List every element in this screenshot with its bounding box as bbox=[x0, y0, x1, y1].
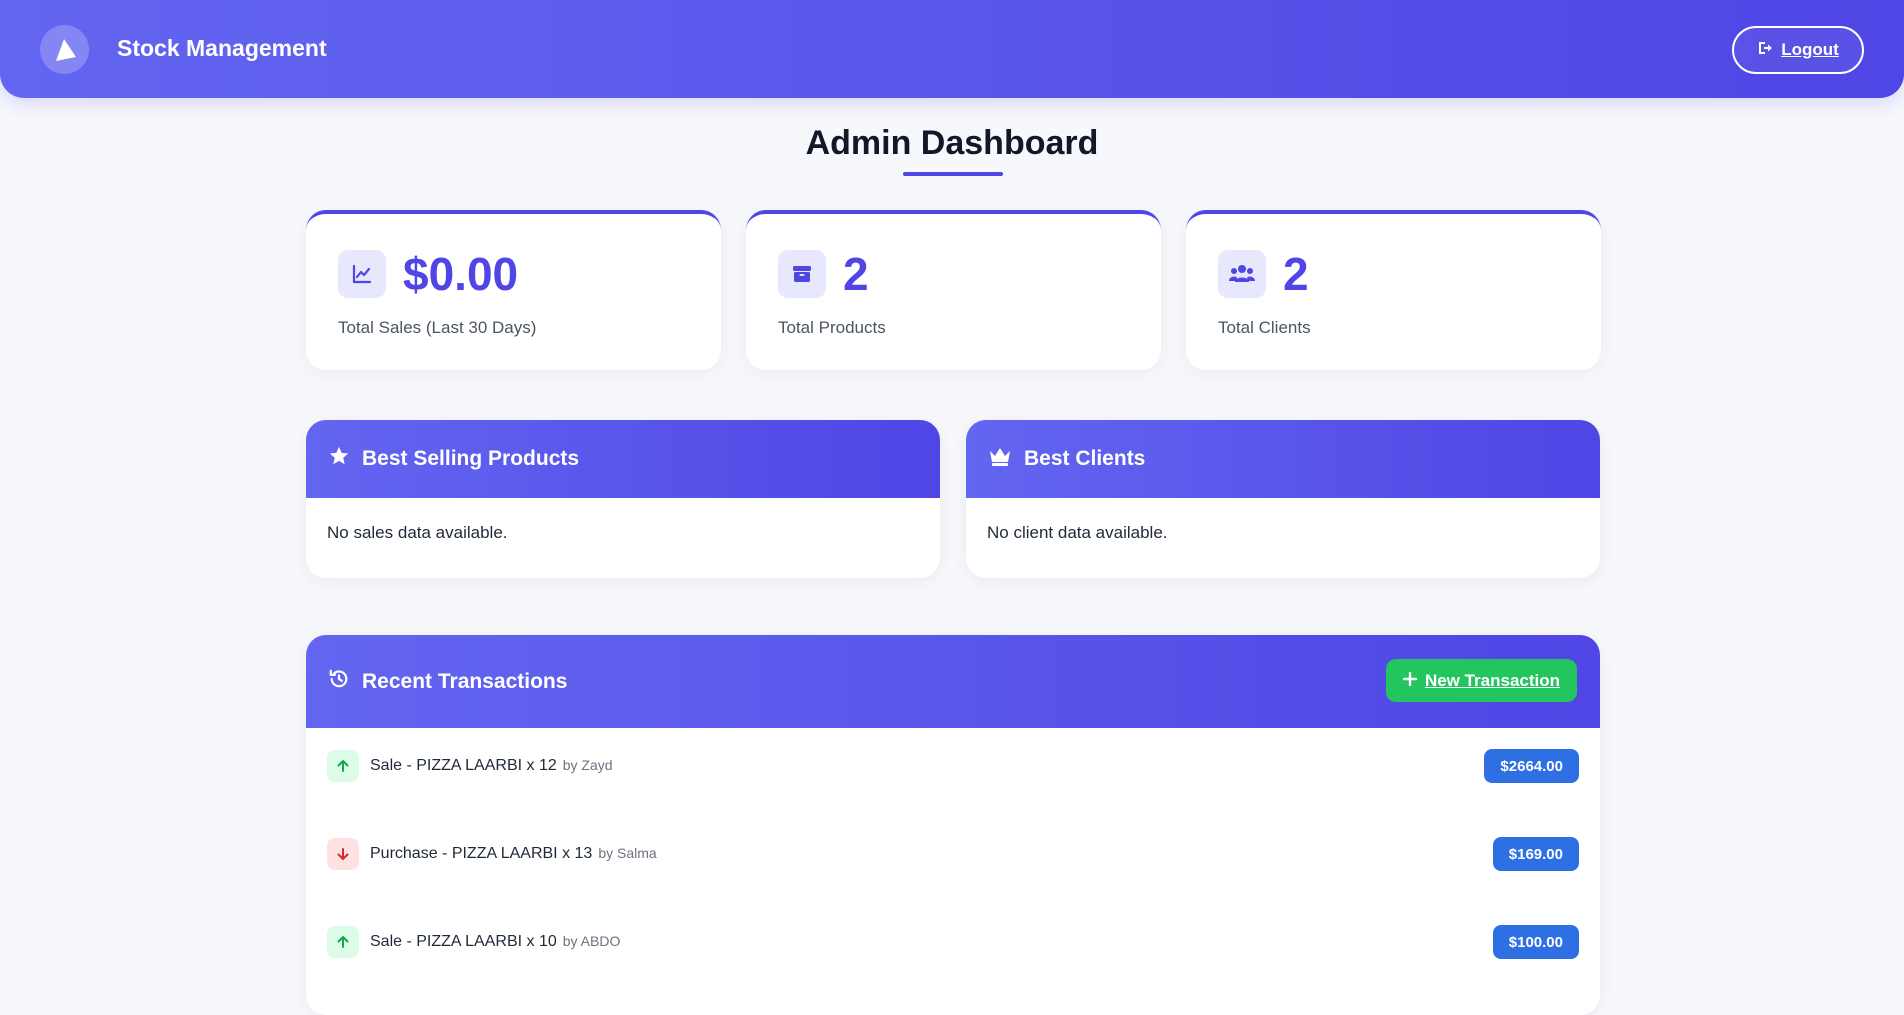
best-selling-products-panel: Best Selling Products No sales data avai… bbox=[306, 420, 940, 578]
app-title[interactable]: Stock Management bbox=[117, 35, 327, 62]
stat-label: Total Products bbox=[778, 318, 886, 337]
panel-title: Best Clients bbox=[1024, 447, 1146, 470]
logout-button[interactable]: Logout bbox=[1732, 26, 1864, 74]
empty-message: No client data available. bbox=[987, 523, 1168, 542]
transaction-description: Sale - PIZZA LAARBI x 10 by ABDO bbox=[370, 933, 620, 951]
box-icon bbox=[778, 250, 826, 298]
panel-header: Best Clients bbox=[966, 420, 1600, 498]
arrow-up-icon bbox=[327, 750, 359, 782]
best-clients-panel: Best Clients No client data available. bbox=[966, 420, 1600, 578]
stat-card-total-sales: $0.00 Total Sales (Last 30 Days) bbox=[306, 210, 721, 370]
logout-icon bbox=[1757, 40, 1773, 61]
stat-value: 2 bbox=[1283, 248, 1309, 300]
transaction-user: by ABDO bbox=[562, 933, 621, 949]
arrow-down-icon bbox=[327, 838, 359, 870]
transaction-text: Purchase - PIZZA LAARBI x 13 bbox=[370, 845, 593, 862]
transaction-row[interactable]: Sale - PIZZA LAARBI x 12 by Zayd $2664.00 bbox=[306, 728, 1600, 816]
stat-label: Total Clients bbox=[1218, 318, 1311, 337]
panel-header: Recent Transactions New Transaction bbox=[306, 635, 1600, 728]
new-transaction-button[interactable]: New Transaction bbox=[1386, 659, 1577, 702]
transaction-text: Sale - PIZZA LAARBI x 10 bbox=[370, 933, 557, 950]
transaction-description: Purchase - PIZZA LAARBI x 13 by Salma bbox=[370, 845, 657, 863]
transaction-amount-badge: $2664.00 bbox=[1484, 749, 1579, 783]
stat-card-total-products: 2 Total Products bbox=[746, 210, 1161, 370]
panel-title: Recent Transactions bbox=[362, 669, 568, 693]
crown-icon bbox=[988, 445, 1012, 473]
transaction-row[interactable]: Purchase - PIZZA LAARBI x 13 by Salma $16… bbox=[306, 816, 1600, 904]
new-transaction-label: New Transaction bbox=[1424, 670, 1561, 690]
chart-line-icon bbox=[338, 250, 386, 298]
plus-icon bbox=[1402, 671, 1418, 691]
transaction-amount-badge: $100.00 bbox=[1492, 925, 1579, 959]
panel-title: Best Selling Products bbox=[362, 447, 580, 470]
stat-value: 2 bbox=[843, 248, 869, 300]
transaction-user: by Zayd bbox=[562, 757, 613, 773]
arrow-up-icon bbox=[327, 926, 359, 958]
empty-message: No sales data available. bbox=[327, 523, 508, 542]
star-icon bbox=[328, 445, 350, 473]
recent-transactions-panel: Recent Transactions New Transaction Sale… bbox=[306, 635, 1600, 1015]
stat-value: $0.00 bbox=[403, 248, 519, 300]
stat-card-total-clients: 2 Total Clients bbox=[1186, 210, 1601, 370]
panel-header: Best Selling Products bbox=[306, 420, 940, 498]
transaction-user: by Salma bbox=[598, 845, 657, 861]
logout-label: Logout bbox=[1781, 40, 1839, 59]
transaction-amount-badge: $169.00 bbox=[1492, 837, 1579, 871]
users-icon bbox=[1218, 250, 1266, 298]
stat-label: Total Sales (Last 30 Days) bbox=[338, 318, 537, 337]
panel-title-wrap: Recent Transactions bbox=[328, 635, 567, 728]
transaction-row[interactable]: Sale - PIZZA LAARBI x 10 by ABDO $100.00 bbox=[306, 904, 1600, 992]
page-title: Admin Dashboard bbox=[805, 124, 1099, 162]
history-icon bbox=[328, 668, 350, 696]
top-navbar: Stock Management Logout bbox=[0, 0, 1904, 98]
title-underline bbox=[903, 172, 1003, 176]
transaction-description: Sale - PIZZA LAARBI x 12 by Zayd bbox=[370, 757, 613, 775]
logo-icon[interactable] bbox=[40, 25, 89, 74]
transaction-text: Sale - PIZZA LAARBI x 12 bbox=[370, 757, 557, 774]
